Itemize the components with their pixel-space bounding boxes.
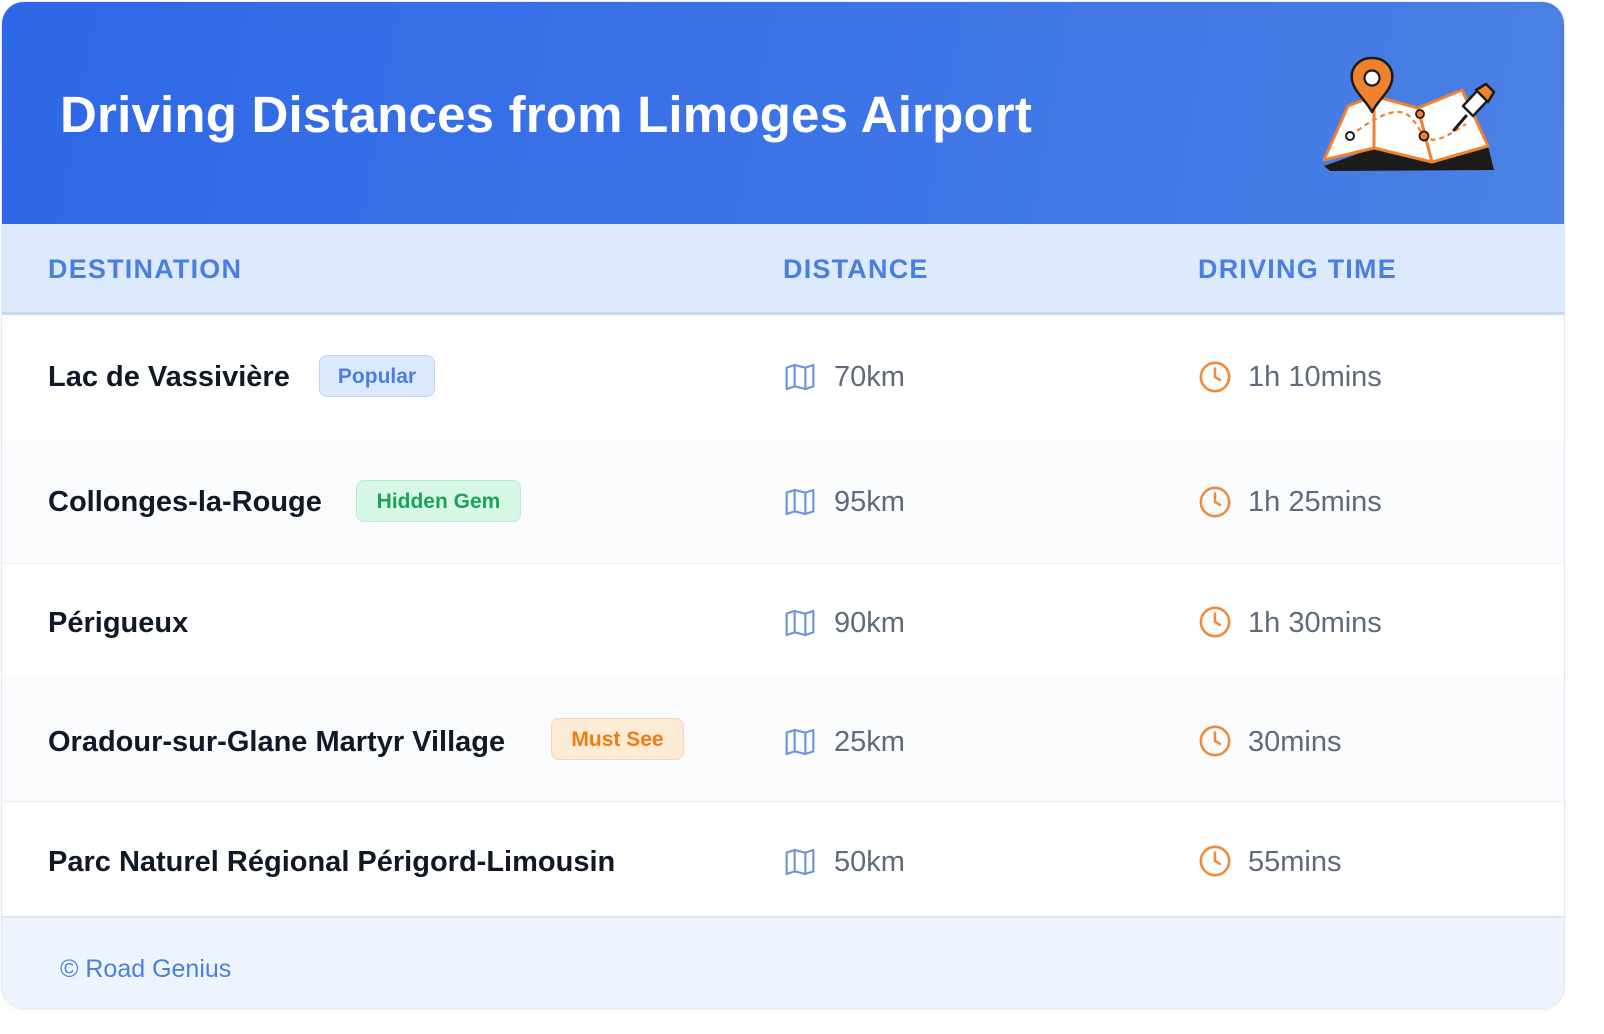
driving-time-value: 30mins <box>1248 726 1342 758</box>
table-row: Collonges-la-Rouge Hidden Gem 95km 1h 25… <box>2 439 1564 564</box>
map-icon <box>785 728 815 756</box>
map-pin-icon <box>1322 56 1496 171</box>
column-header-distance: DISTANCE <box>783 254 929 284</box>
driving-time-value: 1h 25mins <box>1248 486 1382 518</box>
clock-icon <box>1199 606 1231 638</box>
table-row: Lac de Vassivière Popular 70km 1h 10mins <box>2 315 1564 440</box>
distance-value: 50km <box>834 846 905 878</box>
popular-badge: Popular <box>319 355 435 397</box>
destination-name: Périgueux <box>48 607 189 639</box>
table-row: Parc Naturel Régional Périgord-Limousin … <box>2 801 1564 915</box>
distance-card: Driving Distances from Limoges Airport D… <box>2 2 1564 1008</box>
distance-value: 70km <box>834 361 905 393</box>
card-footer: © Road Genius <box>2 916 1564 1008</box>
destination-name: Oradour-sur-Glane Martyr Village <box>48 726 506 758</box>
distance-value: 95km <box>834 486 905 518</box>
driving-time-value: 55mins <box>1248 846 1342 878</box>
driving-time-value: 1h 10mins <box>1248 361 1382 393</box>
map-icon <box>785 488 815 516</box>
column-header-destination: DESTINATION <box>48 254 243 284</box>
must-see-badge: Must See <box>551 718 684 760</box>
destination-name: Parc Naturel Régional Périgord-Limousin <box>48 846 616 878</box>
hidden-gem-badge: Hidden Gem <box>356 480 521 522</box>
clock-icon <box>1199 725 1231 757</box>
card-header: Driving Distances from Limoges Airport <box>2 2 1564 224</box>
table-row: Périgueux 90km 1h 30mins <box>2 563 1564 678</box>
distance-value: 90km <box>834 607 905 639</box>
clock-icon <box>1199 845 1231 877</box>
column-header-driving-time: DRIVING TIME <box>1198 254 1397 284</box>
destination-name: Lac de Vassivière <box>48 361 290 393</box>
driving-time-value: 1h 30mins <box>1248 607 1382 639</box>
page-title: Driving Distances from Limoges Airport <box>60 86 1033 143</box>
distance-value: 25km <box>834 726 905 758</box>
copyright-credit: © Road Genius <box>60 955 232 983</box>
table-header: DESTINATION DISTANCE DRIVING TIME <box>2 224 1564 315</box>
map-icon <box>785 363 815 391</box>
table-row: Oradour-sur-Glane Martyr Village Must Se… <box>2 677 1564 802</box>
destination-name: Collonges-la-Rouge <box>48 486 322 518</box>
clock-icon <box>1199 486 1231 518</box>
clock-icon <box>1199 361 1231 393</box>
map-icon <box>785 848 815 876</box>
map-icon <box>785 609 815 637</box>
